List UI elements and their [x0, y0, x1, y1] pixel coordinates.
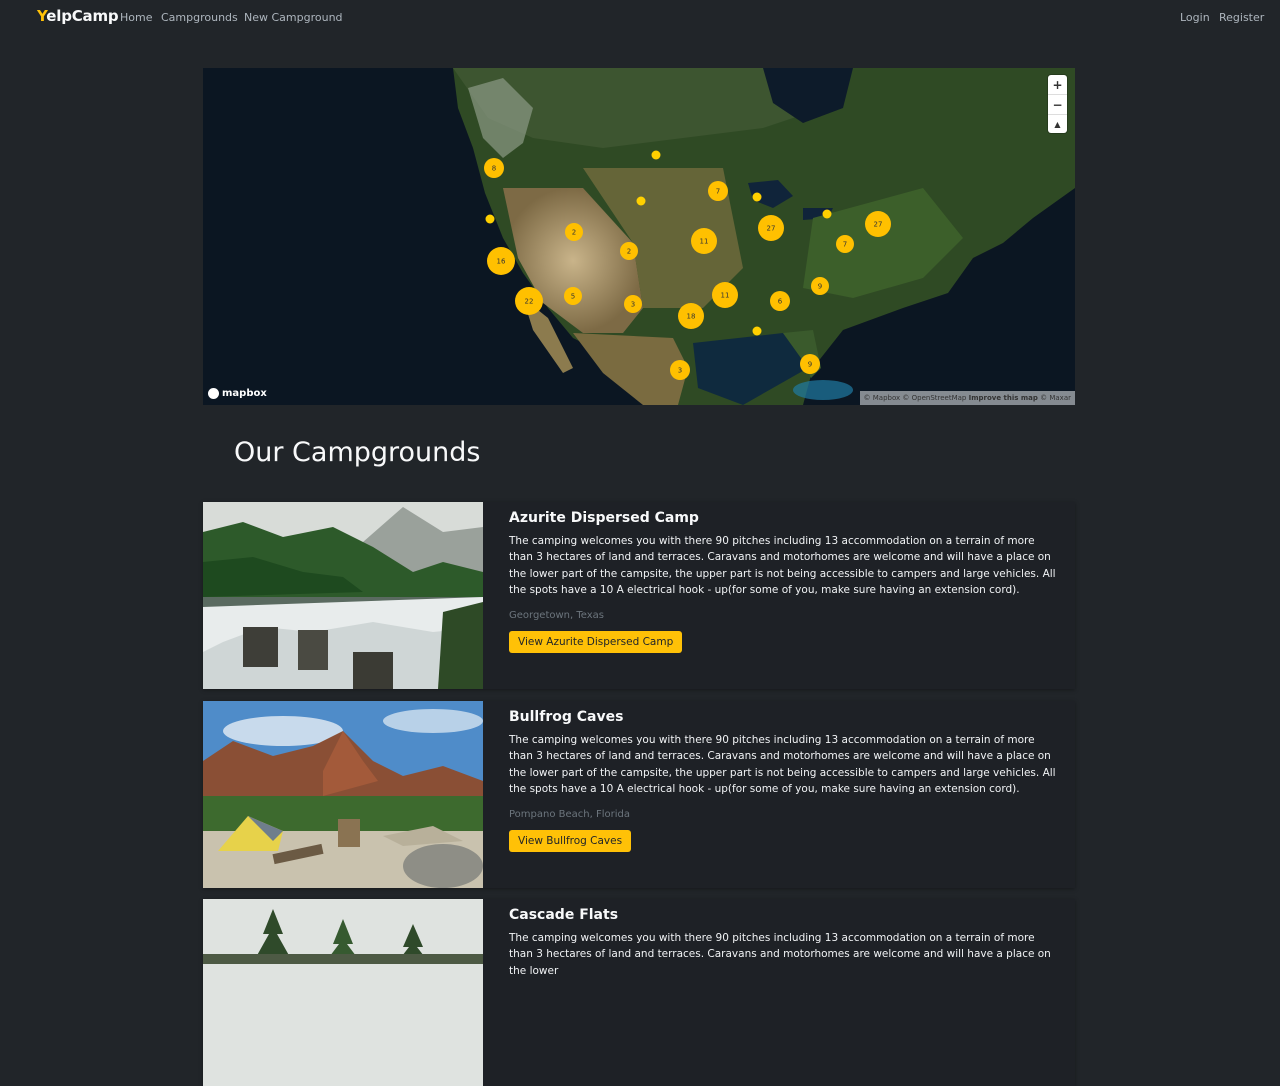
cluster-count: 22 — [525, 298, 534, 306]
cluster-marker[interactable]: 7 — [836, 235, 854, 253]
campground-location: Georgetown, Texas — [509, 610, 605, 622]
cluster-markers[interactable]: 8722112772716522 311691839 — [203, 68, 1075, 405]
cluster-marker[interactable]: 11 — [691, 228, 717, 254]
campground-description: The camping welcomes you with there 90 p… — [509, 734, 1056, 795]
cluster-marker[interactable]: 22 — [515, 287, 543, 315]
campground-description: The camping welcomes you with there 90 p… — [509, 932, 1051, 977]
cluster-marker[interactable]: 27 — [865, 211, 891, 237]
view-campground-button[interactable]: View Azurite Dispersed Camp — [509, 631, 683, 654]
zoom-control: + − ▲ — [1048, 75, 1067, 133]
campground-title: Azurite Dispersed Camp — [509, 510, 699, 526]
campground-title: Cascade Flats — [509, 907, 619, 923]
mapbox-logo-text: mapbox — [222, 388, 267, 399]
navbar: YelpCamp Home Campgrounds New Campground… — [0, 0, 1280, 36]
campground-title: Bullfrog Caves — [509, 709, 624, 725]
cluster-count: 11 — [721, 292, 730, 300]
cluster-count: 16 — [497, 258, 506, 266]
cluster-count: 3 — [678, 367, 682, 375]
cluster-count: 7 — [716, 188, 720, 196]
campground-card: Azurite Dispersed Camp The camping welco… — [203, 502, 1075, 689]
mapbox-logo-icon — [208, 388, 219, 399]
campground-photo-tent — [203, 701, 483, 888]
campground-card: Bullfrog Caves The camping welcomes you … — [203, 701, 1075, 888]
cluster-marker[interactable]: 27 — [758, 215, 784, 241]
compass-button[interactable]: ▲ — [1048, 114, 1067, 134]
nav-register[interactable]: Register — [1219, 11, 1264, 24]
map-point-marker[interactable] — [822, 209, 832, 219]
zoom-out-button[interactable]: − — [1048, 94, 1067, 114]
cluster-marker[interactable]: 5 — [564, 287, 582, 305]
mapbox-logo[interactable]: mapbox — [208, 388, 267, 399]
cluster-count: 9 — [818, 283, 822, 291]
brand-logo[interactable]: YelpCamp — [37, 7, 119, 25]
nav-campgrounds[interactable]: Campgrounds — [161, 11, 238, 24]
cluster-marker[interactable]: 3 — [670, 360, 690, 380]
cluster-count: 6 — [778, 298, 783, 306]
cluster-marker[interactable]: 2 — [565, 223, 583, 241]
cluster-marker[interactable]: 7 — [708, 181, 728, 201]
nav-login[interactable]: Login — [1180, 11, 1210, 24]
campground-description: The camping welcomes you with there 90 p… — [509, 535, 1056, 596]
map-point-marker[interactable] — [636, 196, 646, 206]
campground-photo-forest — [203, 899, 483, 1086]
cluster-map[interactable]: 8 7 2 2 11 27 7 27 16 5 22 3 11 6 9 18 3 9 + − ▲ mapbox ©… — [203, 68, 1075, 405]
map-point-marker[interactable] — [752, 192, 762, 202]
page-title: Our Campgrounds — [234, 437, 481, 468]
cluster-count: 3 — [631, 301, 635, 309]
cluster-count: 2 — [572, 229, 576, 237]
improve-map-link[interactable]: Improve this map — [969, 394, 1038, 402]
cluster-marker[interactable]: 3 — [624, 295, 642, 313]
cluster-marker[interactable]: 2 — [620, 242, 638, 260]
cluster-count: 18 — [687, 313, 696, 321]
brand-initial: Y — [37, 7, 47, 25]
view-campground-button[interactable]: View Bullfrog Caves — [509, 830, 632, 853]
map-attribution: © Mapbox © OpenStreetMap Improve this ma… — [859, 391, 1075, 405]
cluster-count: 7 — [843, 241, 847, 249]
campground-card: Cascade Flats The camping welcomes you w… — [203, 899, 1075, 1086]
cluster-count: 9 — [808, 361, 812, 369]
nav-home[interactable]: Home — [120, 11, 152, 24]
campground-photo-waterfall — [203, 502, 483, 689]
zoom-in-button[interactable]: + — [1048, 75, 1067, 94]
attribution-maxar: © Maxar — [1040, 394, 1071, 402]
brand-name: elpCamp — [46, 7, 119, 25]
cluster-marker[interactable]: 9 — [811, 277, 829, 295]
map-point-marker[interactable] — [752, 326, 762, 336]
cluster-marker[interactable]: 9 — [800, 354, 820, 374]
cluster-count: 8 — [492, 165, 496, 173]
cluster-marker[interactable]: 18 — [678, 303, 704, 329]
cluster-marker[interactable]: 8 — [484, 158, 504, 178]
cluster-marker[interactable]: 16 — [487, 247, 515, 275]
cluster-count: 5 — [571, 293, 575, 301]
cluster-count: 27 — [874, 221, 883, 229]
map-point-marker[interactable] — [485, 214, 495, 224]
cluster-marker[interactable]: 11 — [712, 282, 738, 308]
cluster-count: 2 — [627, 248, 631, 256]
cluster-count: 27 — [767, 225, 776, 233]
nav-new-campground[interactable]: New Campground — [244, 11, 343, 24]
cluster-count: 11 — [700, 238, 709, 246]
campground-location: Pompano Beach, Florida — [509, 809, 630, 821]
attribution-text: © Mapbox © OpenStreetMap — [863, 394, 967, 402]
cluster-marker[interactable]: 6 — [770, 291, 790, 311]
map-point-marker[interactable] — [651, 150, 661, 160]
